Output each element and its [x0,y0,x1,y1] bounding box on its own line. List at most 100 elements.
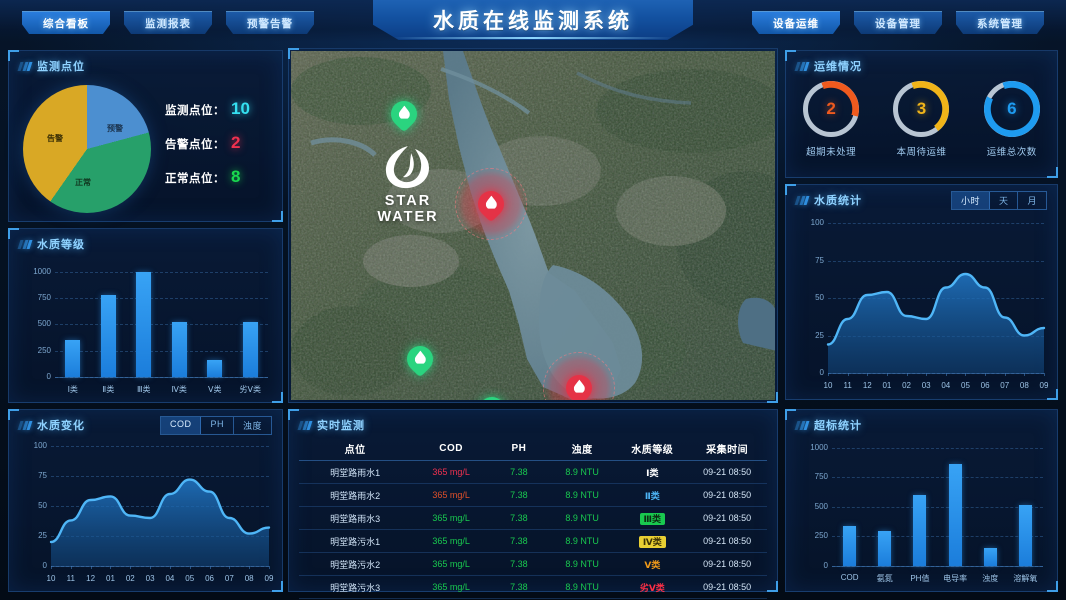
points-stat-row: 正常点位： 8 [165,167,250,187]
cell-grade: Ⅳ类 [617,535,687,548]
water-statistics-range-tabs[interactable]: 小时天月 [950,191,1047,210]
x-axis-tick: 11 [843,381,852,390]
gauge-value: 6 [1007,99,1017,118]
x-axis-tick-mark [249,566,251,569]
nav-button-label: 监测报表 [145,17,191,30]
grade-badge: Ⅰ类 [646,467,659,478]
x-axis-tick: 04 [941,381,951,390]
x-axis-tick-mark [867,373,869,376]
tab-water-statistics-2[interactable]: 月 [1018,192,1046,209]
cell-grade: 劣Ⅴ类 [617,581,687,594]
app-title: 水质在线监测系统 [373,0,693,40]
tab-water-statistics-0[interactable]: 小时 [951,192,990,209]
pie-label-alarm: 告警 [47,134,63,143]
area-series [826,272,1046,373]
x-axis-tick: Ⅱ类 [102,385,115,394]
panel-realtime-monitoring: 实时监测 点位 COD PH 浊度 水质等级 采集时间 明堂路雨水1 365 mg/L 7.3… [288,409,778,599]
x-axis-tick: PH值 [910,574,930,583]
panel-water-grade: 水质等级 0 250 500 750 1000 Ⅰ类 Ⅱ类 Ⅲ类 Ⅳ类 Ⅴ类 劣Ⅴ类 [8,228,283,403]
water-drop-icon [485,196,497,212]
map-marker-normal[interactable] [385,95,423,133]
x-axis-tick: 浊度 [982,574,999,583]
bar [913,495,927,566]
panel-title-text: 实时监测 [317,420,365,432]
nav-button-left-0[interactable]: 综合看板 [22,11,110,34]
points-stat-value: 10 [231,99,250,118]
table-row[interactable]: 明堂路雨水2 365 mg/L 7.38 8.9 NTU Ⅱ类 09-21 08:50 [299,484,767,507]
panel-title-text: 超标统计 [814,420,862,432]
table-row[interactable]: 明堂路污水3 365 mg/L 7.38 8.9 NTU 劣Ⅴ类 09-21 08:50 [299,576,767,599]
x-axis-tick: 07 [224,574,234,583]
nav-button-right-2[interactable]: 系统管理 [956,11,1044,34]
bar [242,322,258,377]
panel-monitoring-points: 监测点位 预警 正常 告警 监测点位： 10 告警点位： 2 正常点位： 8 [8,50,283,222]
panel-water-change: 水质变化 COD PH 浊度 0 25 50 75 100 10 11 12 01 02 03 04 05 0… [8,409,283,592]
water-drop-icon [414,351,426,367]
x-axis-tick-mark [886,373,888,376]
grade-badge: 劣Ⅴ类 [639,582,665,593]
x-axis-tick-mark [150,566,152,569]
points-stat-value: 8 [231,167,241,186]
table-row[interactable]: 明堂路污水2 365 mg/L 7.38 8.9 NTU Ⅴ类 09-21 08:50 [299,553,767,576]
gridline [55,324,268,326]
cell-cod: 365 mg/L [432,582,470,592]
x-axis-tick-mark [90,566,92,569]
cell-turbidity: 8.9 NTU [565,490,599,500]
nav-button-right-1[interactable]: 设备管理 [854,11,942,34]
cell-time: 09-21 08:50 [703,559,752,569]
table-row[interactable]: 明堂路雨水3 365 mg/L 7.38 8.9 NTU Ⅲ类 09-21 08:50 [299,507,767,530]
table-row[interactable]: 明堂路雨水1 365 mg/L 7.38 8.9 NTU Ⅰ类 09-21 08:50 [299,461,767,484]
water-change-metric-tabs[interactable]: COD PH 浊度 [159,416,272,435]
cell-time: 09-21 08:50 [703,467,752,477]
nav-button-right-0[interactable]: 设备运维 [752,11,840,34]
cell-cod: 365 mg/L [432,536,470,546]
panel-title-text: 水质变化 [37,420,85,432]
x-axis-tick-mark [51,566,52,569]
panel-title-text: 运维情况 [814,61,862,73]
cell-ph: 7.38 [510,536,528,546]
gauge-ring: 6 [983,81,1040,137]
operations-gauge: 6 运维总次数 [975,81,1049,158]
app-title-text: 水质在线监测系统 [433,10,633,33]
gauge-ring: 2 [803,81,860,137]
gauge-label: 运维总次数 [986,147,1037,158]
title-mark-icon [794,195,810,205]
x-axis-tick-mark [847,373,849,376]
nav-button-label: 设备运维 [773,17,819,30]
x-axis-tick: 电导率 [943,574,968,583]
map-marker-alarm[interactable] [455,168,527,240]
operations-gauge: 3 本周待运维 [884,81,958,158]
map-marker-alarm[interactable] [543,352,615,400]
x-axis-tick: 08 [1019,381,1029,390]
table-row[interactable]: 明堂路污水1 365 mg/L 7.38 8.9 NTU Ⅳ类 09-21 08:50 [299,530,767,553]
tab-water-change-1[interactable]: PH [201,417,234,434]
panel-operations: 运维情况 2 超期未处理 3 本周待运维 6 运维总次数 [785,50,1058,178]
satellite-map-image [291,51,775,400]
bar [843,525,857,566]
x-axis-tick: 11 [66,574,75,583]
map-viewport[interactable]: STAR WATER [291,51,775,400]
tab-water-change-0[interactable]: COD [160,417,202,434]
tab-water-statistics-1[interactable]: 天 [990,192,1019,209]
cell-point: 明堂路污水3 [330,582,381,593]
gauge-value: 3 [916,99,927,118]
nav-button-left-1[interactable]: 监测报表 [124,11,212,34]
cell-time: 09-21 08:50 [703,513,752,523]
x-axis-tick: 03 [921,381,931,390]
map-marker-normal[interactable] [401,340,439,378]
title-mark-icon [794,420,810,430]
map-marker-normal[interactable] [473,391,511,400]
nav-button-left-2[interactable]: 预警告警 [226,11,314,34]
x-axis-tick: 溶解氧 [1013,574,1038,583]
bar [100,294,116,377]
y-axis-tick: 1000 [810,442,828,452]
tab-water-change-2[interactable]: 浊度 [234,417,271,434]
x-axis-tick: 05 [961,381,970,390]
bar [65,340,81,377]
gauge-ring: 3 [893,81,950,137]
panel-map[interactable]: STAR WATER [288,48,778,403]
x-axis-tick: 04 [165,574,175,583]
water-statistics-area-chart: 0 25 50 75 100 10 11 12 01 02 03 04 05 06 07 08 09 [794,217,1050,395]
x-axis-tick-mark [945,373,947,376]
x-axis-tick-mark [985,373,987,376]
